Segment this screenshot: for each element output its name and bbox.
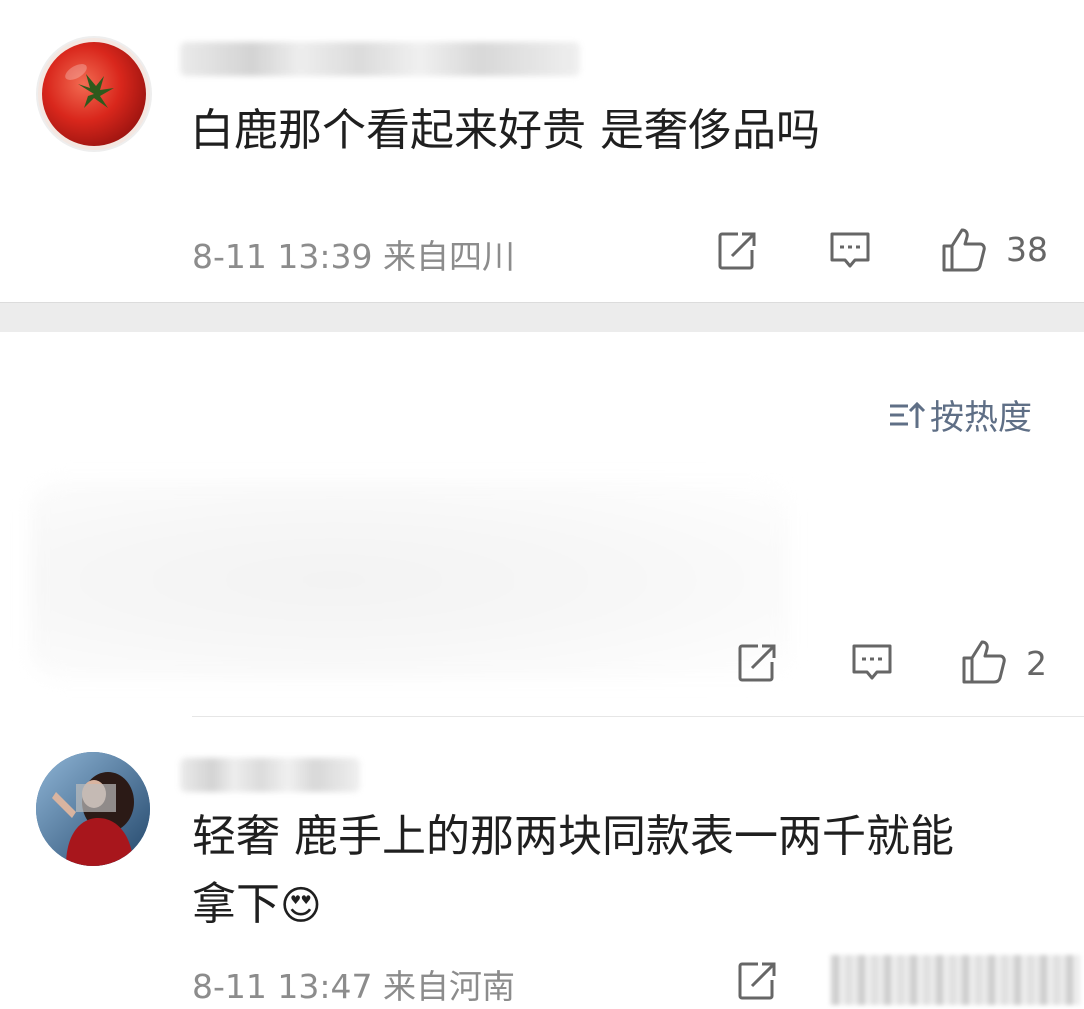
avatar[interactable] xyxy=(36,752,150,866)
section-divider xyxy=(0,302,1084,332)
comment-meta: 8-11 13:39 来自四川 xyxy=(192,237,515,276)
like-count: 2 xyxy=(1026,644,1047,683)
reply-button[interactable] xyxy=(850,642,894,684)
comment-text-line: 轻奢 鹿手上的那两块同款表一两千就能 xyxy=(192,811,954,862)
comment-text: 轻奢 鹿手上的那两块同款表一两千就能 拿下😍 xyxy=(192,806,1052,937)
share-button[interactable] xyxy=(736,642,778,684)
thumbs-up-icon xyxy=(962,640,1006,684)
sort-icon xyxy=(890,401,926,428)
divider-line xyxy=(0,302,1084,303)
avatar-image xyxy=(36,752,150,866)
share-button[interactable] xyxy=(736,960,778,1002)
share-button[interactable] xyxy=(716,230,758,272)
avatar[interactable] xyxy=(36,36,152,152)
divider-line xyxy=(192,716,1084,717)
username-blurred[interactable] xyxy=(180,42,580,76)
tomato-avatar-image xyxy=(42,42,146,146)
comment-text-line: 拿下😍 xyxy=(192,874,1052,937)
comment-text-segment: 拿下 xyxy=(192,879,280,930)
share-icon xyxy=(738,644,776,682)
sort-button[interactable]: 按热度 xyxy=(888,390,1032,439)
thumbs-up-icon xyxy=(942,228,986,272)
comment-icon xyxy=(830,232,870,268)
blurred-action-area xyxy=(830,955,1080,1005)
comment-text: 白鹿那个看起来好贵 是奢侈品吗 xyxy=(190,105,820,156)
comment-meta: 8-11 13:47 来自河南 xyxy=(192,967,515,1006)
sort-label: 按热度 xyxy=(930,398,1032,438)
share-icon xyxy=(718,232,756,270)
like-count: 38 xyxy=(1006,230,1048,269)
username-blurred[interactable] xyxy=(180,758,360,792)
share-icon xyxy=(738,962,776,1000)
reply-button[interactable] xyxy=(828,230,872,272)
blurred-comment-content xyxy=(30,480,790,680)
comment-icon xyxy=(852,644,892,680)
heart-eyes-emoji: 😍 xyxy=(280,883,322,929)
like-button[interactable] xyxy=(940,226,988,274)
like-button[interactable] xyxy=(960,638,1008,686)
